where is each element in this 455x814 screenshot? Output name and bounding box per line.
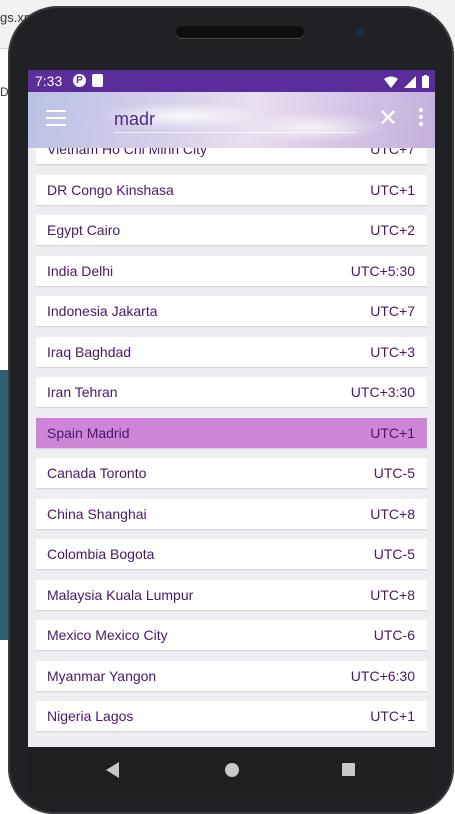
utc-offset: UTC+6:30 [350,667,415,684]
utc-offset: UTC-5 [373,546,415,562]
utc-offset: UTC+1 [370,181,415,198]
status-time: 7:33 [35,73,63,89]
timezone-list[interactable]: Vietnam Ho Chi Minh City UTC+7 DR Congo Ki… [36,148,427,747]
list-item[interactable]: Nigeria Lagos UTC+1 [36,701,427,731]
search-app-bar: ✕ [28,92,435,148]
list-item[interactable]: Canada Toronto UTC-5 [36,458,427,488]
utc-offset: UTC+2 [370,222,415,238]
list-item[interactable]: China Shanghai UTC+8 [36,498,427,529]
utc-offset: UTC+7 [370,148,415,157]
search-input[interactable] [114,106,356,133]
city-name: Nigeria Lagos [47,708,134,724]
notification-app-icon: P [73,74,86,87]
utc-offset: UTC-6 [373,627,415,643]
city-name: Spain Madrid [47,424,130,441]
list-item-selected[interactable]: Spain Madrid UTC+1 [36,417,427,448]
utc-offset: UTC+3:30 [350,384,415,400]
utc-offset: UTC+1 [370,708,415,724]
utc-offset: UTC+8 [370,586,415,603]
utc-offset: UTC+5:30 [350,262,415,279]
city-name: DR Congo Kinshasa [47,181,174,198]
status-bar: 7:33 P [28,70,435,92]
list-item[interactable]: DR Congo Kinshasa UTC+1 [36,174,427,205]
city-name: Canada Toronto [47,465,147,481]
city-name: Vietnam Ho Chi Minh City [47,148,208,157]
signal-icon [404,76,416,88]
list-item[interactable]: India Delhi UTC+5:30 [36,255,427,286]
city-name: Iran Tehran [47,384,118,400]
utc-offset: UTC+1 [370,424,415,441]
list-item[interactable]: Iraq Baghdad UTC+3 [36,336,427,367]
city-name: Iraq Baghdad [47,343,132,360]
recent-apps-icon[interactable] [342,763,355,776]
sd-card-icon [92,74,103,87]
list-item[interactable]: Mexico Mexico City UTC-6 [36,620,427,650]
status-indicators [384,74,429,88]
wifi-icon [384,76,398,88]
city-name: Mexico Mexico City [47,627,168,643]
list-item[interactable]: Iran Tehran UTC+3:30 [36,377,427,407]
list-item[interactable]: Indonesia Jakarta UTC+7 [36,296,427,326]
list-item[interactable]: Colombia Bogota UTC-5 [36,539,427,569]
utc-offset: UTC+8 [370,505,415,522]
overflow-menu-icon[interactable] [416,108,426,130]
back-icon[interactable] [106,762,119,778]
list-item[interactable]: Myanmar Yangon UTC+6:30 [36,660,427,691]
list-item[interactable]: Malaysia Kuala Lumpur UTC+8 [36,579,427,610]
hamburger-icon[interactable] [46,110,66,128]
phone-speaker [176,26,304,38]
phone-camera [356,28,365,37]
utc-offset: UTC+3 [370,343,415,360]
city-name: India Delhi [47,262,114,279]
android-nav-bar [28,747,435,793]
list-item[interactable]: Egypt Cairo UTC+2 [36,215,427,245]
close-icon[interactable]: ✕ [378,107,398,131]
city-name: Indonesia Jakarta [47,303,158,319]
city-name: Malaysia Kuala Lumpur [47,586,194,603]
app-screen: 7:33 P ✕ Vietnam Ho Chi Minh City UTC+7 DR… [28,70,435,747]
utc-offset: UTC-5 [373,465,415,481]
home-icon[interactable] [225,763,239,777]
list-item[interactable]: Vietnam Ho Chi Minh City UTC+7 [36,148,427,164]
city-name: Egypt Cairo [47,222,121,238]
city-name: Colombia Bogota [47,546,155,562]
city-name: China Shanghai [47,505,147,522]
utc-offset: UTC+7 [370,303,415,319]
battery-icon [422,75,429,88]
city-name: Myanmar Yangon [47,667,157,684]
